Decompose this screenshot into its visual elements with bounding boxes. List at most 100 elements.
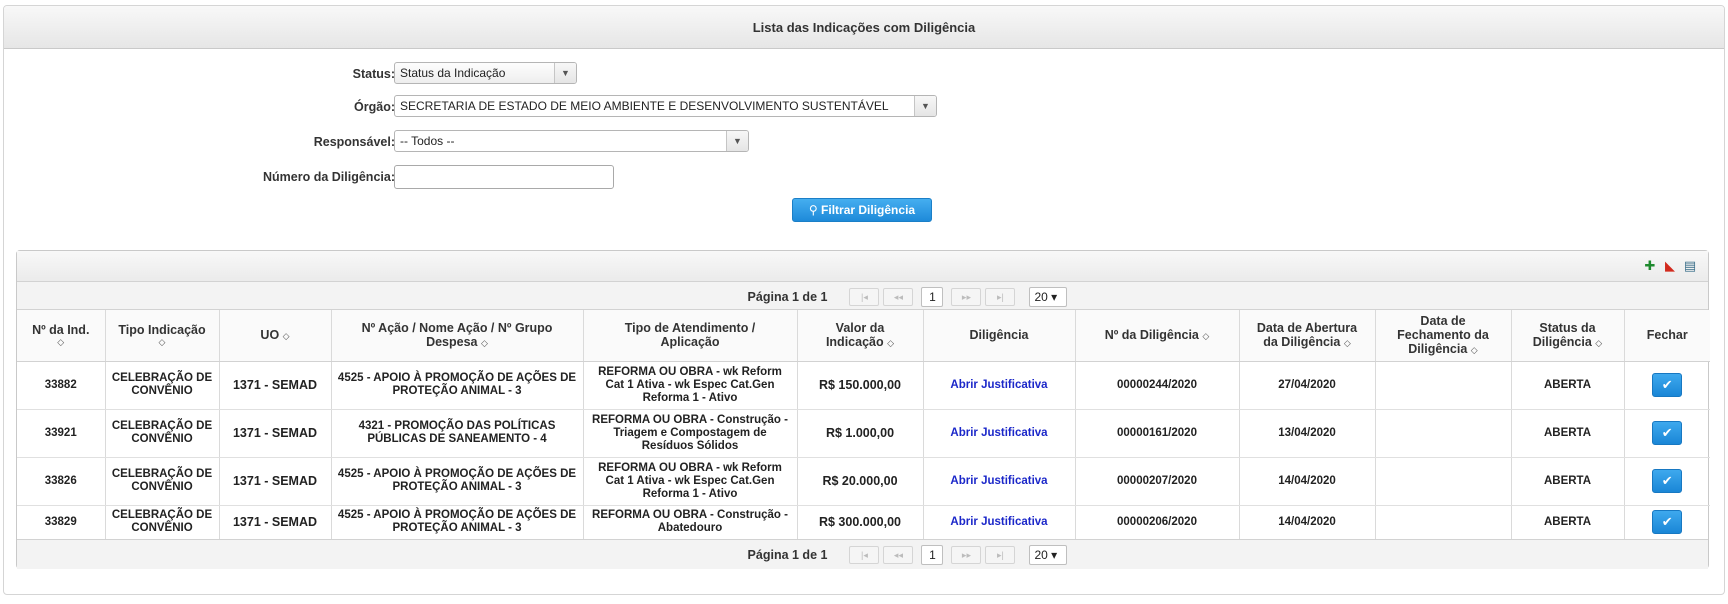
page-title: Lista das Indicações com Diligência <box>4 6 1724 49</box>
page-number[interactable]: 1 <box>921 287 944 307</box>
responsavel-select[interactable]: -- Todos -- ▼ <box>394 130 749 152</box>
cell-data-fechamento <box>1375 505 1512 539</box>
cell-valor: R$ 20.000,00 <box>797 457 924 506</box>
table-row: 33921 CELEBRAÇÃO DE CONVÊNIO 1371 - SEMA… <box>17 409 1710 458</box>
cell-atendimento: REFORMA OU OBRA - wk Reform Cat 1 Ativa … <box>583 457 798 506</box>
cell-num-ind: 33826 <box>17 457 106 506</box>
fechar-button[interactable]: ✔ <box>1652 373 1683 397</box>
table-row: 33829 CELEBRAÇÃO DE CONVÊNIO 1371 - SEMA… <box>17 505 1710 539</box>
pdf-icon[interactable]: ◣ <box>1662 257 1678 275</box>
table-row: 33882 CELEBRAÇÃO DE CONVÊNIO 1371 - SEMA… <box>17 361 1710 410</box>
status-select-value: Status da Indicação <box>400 66 506 80</box>
cell-tipo: CELEBRAÇÃO DE CONVÊNIO <box>105 457 220 506</box>
col-num-ind[interactable]: Nº da Ind. ◇ <box>17 310 106 362</box>
cell-num-diligencia: 00000207/2020 <box>1075 457 1240 506</box>
first-page-icon[interactable]: |◂ <box>849 288 880 306</box>
col-uo[interactable]: UO ◇ <box>219 310 332 362</box>
cell-num-ind: 33882 <box>17 361 106 410</box>
last-page-icon[interactable]: ▸| <box>985 288 1016 306</box>
col-diligencia: Diligência <box>923 310 1076 362</box>
chevron-down-icon: ▼ <box>726 131 748 151</box>
cell-uo: 1371 - SEMAD <box>219 361 332 410</box>
cell-tipo: CELEBRAÇÃO DE CONVÊNIO <box>105 505 220 539</box>
chevron-down-icon: ▼ <box>914 96 936 116</box>
col-valor[interactable]: Valor da Indicação ◇ <box>797 310 924 362</box>
cell-valor: R$ 150.000,00 <box>797 361 924 410</box>
chevron-down-icon: ▼ <box>554 63 576 83</box>
sort-icon: ◇ <box>282 330 290 341</box>
print-icon[interactable]: ▤ <box>1682 257 1698 275</box>
fechar-button[interactable]: ✔ <box>1652 421 1683 445</box>
check-icon: ✔ <box>1661 473 1673 488</box>
cell-acao: 4525 - APOIO À PROMOÇÃO DE AÇÕES DE PROT… <box>331 361 584 410</box>
cell-uo: 1371 - SEMAD <box>219 505 332 539</box>
cell-data-abertura: 14/04/2020 <box>1239 505 1376 539</box>
col-tipo-indicacao[interactable]: Tipo Indicação ◇ <box>105 310 220 362</box>
numero-diligencia-input[interactable] <box>394 165 614 189</box>
first-page-icon[interactable]: |◂ <box>849 546 880 564</box>
page-number[interactable]: 1 <box>921 545 944 565</box>
cell-num-diligencia: 00000206/2020 <box>1075 505 1240 539</box>
page-size-select[interactable]: 20 ▾ <box>1029 287 1068 307</box>
cell-data-abertura: 13/04/2020 <box>1239 409 1376 458</box>
sort-icon: ◇ <box>1470 344 1478 355</box>
sort-icon: ◇ <box>158 337 166 348</box>
filtrar-diligencia-label: Filtrar Diligência <box>821 203 916 217</box>
sort-icon: ◇ <box>1595 337 1603 348</box>
check-icon: ✔ <box>1661 425 1673 440</box>
cell-status: ABERTA <box>1511 361 1625 410</box>
orgao-select[interactable]: SECRETARIA DE ESTADO DE MEIO AMBIENTE E … <box>394 95 937 117</box>
cell-valor: R$ 1.000,00 <box>797 409 924 458</box>
fechar-button[interactable]: ✔ <box>1652 469 1683 493</box>
check-icon: ✔ <box>1661 377 1673 392</box>
cell-num-diligencia: 00000161/2020 <box>1075 409 1240 458</box>
abrir-justificativa-link[interactable]: Abrir Justificativa <box>950 379 1047 391</box>
abrir-justificativa-link[interactable]: Abrir Justificativa <box>950 516 1047 528</box>
pager-bottom: Página 1 de 1 |◂ ◂◂ 1 ▸▸ ▸| 20 ▾ <box>17 539 1708 569</box>
status-label: Status: <box>352 67 395 81</box>
cell-status: ABERTA <box>1511 409 1625 458</box>
sort-icon: ◇ <box>481 337 488 348</box>
diligencia-table: Nº da Ind. ◇ Tipo Indicação ◇ UO ◇ Nº Ação… <box>17 310 1710 539</box>
col-data-fechamento[interactable]: Data de Fechamento da Diligência ◇ <box>1375 310 1512 362</box>
cell-tipo: CELEBRAÇÃO DE CONVÊNIO <box>105 409 220 458</box>
orgao-label: Órgão: <box>354 100 395 114</box>
cell-atendimento: REFORMA OU OBRA - wk Reform Cat 1 Ativa … <box>583 361 798 410</box>
last-page-icon[interactable]: ▸| <box>985 546 1016 564</box>
cell-status: ABERTA <box>1511 505 1625 539</box>
numero-diligencia-label: Número da Diligência: <box>263 170 395 184</box>
filtrar-diligencia-button[interactable]: ⚲ Filtrar Diligência <box>792 198 932 222</box>
orgao-select-value: SECRETARIA DE ESTADO DE MEIO AMBIENTE E … <box>400 99 889 113</box>
search-icon: ⚲ <box>808 203 818 217</box>
excel-icon[interactable]: ✚ <box>1642 257 1658 275</box>
cell-atendimento: REFORMA OU OBRA - Construção - Abatedour… <box>583 505 798 539</box>
cell-valor: R$ 300.000,00 <box>797 505 924 539</box>
col-tipo-atendimento: Tipo de Atendimento / Aplicação <box>583 310 798 362</box>
col-fechar: Fechar <box>1624 310 1710 362</box>
col-data-abertura[interactable]: Data de Abertura da Diligência ◇ <box>1239 310 1376 362</box>
status-select[interactable]: Status da Indicação ▼ <box>394 62 577 84</box>
next-page-icon[interactable]: ▸▸ <box>951 288 982 306</box>
col-num-diligencia[interactable]: Nº da Diligência ◇ <box>1075 310 1240 362</box>
fechar-button[interactable]: ✔ <box>1652 510 1683 535</box>
responsavel-select-value: -- Todos -- <box>400 134 455 148</box>
col-acao[interactable]: Nº Ação / Nome Ação / Nº Grupo Despesa ◇ <box>331 310 584 362</box>
page-info: Página 1 de 1 <box>747 290 828 304</box>
cell-data-abertura: 14/04/2020 <box>1239 457 1376 506</box>
check-icon: ✔ <box>1661 514 1673 530</box>
prev-page-icon[interactable]: ◂◂ <box>883 546 914 564</box>
page-size-select[interactable]: 20 ▾ <box>1029 545 1068 565</box>
table-row: 33826 CELEBRAÇÃO DE CONVÊNIO 1371 - SEMA… <box>17 457 1710 506</box>
sort-icon: ◇ <box>1202 330 1210 341</box>
abrir-justificativa-link[interactable]: Abrir Justificativa <box>950 427 1047 439</box>
abrir-justificativa-link[interactable]: Abrir Justificativa <box>950 475 1047 487</box>
next-page-icon[interactable]: ▸▸ <box>951 546 982 564</box>
col-status[interactable]: Status da Diligência ◇ <box>1511 310 1625 362</box>
sort-icon: ◇ <box>887 337 895 348</box>
grid-toolbar: ✚ ◣ ▤ <box>17 251 1708 282</box>
cell-data-fechamento <box>1375 361 1512 410</box>
diligencia-grid: ✚ ◣ ▤ Página 1 de 1 |◂ ◂◂ 1 ▸▸ ▸| 20 ▾ N… <box>16 250 1710 569</box>
cell-status: ABERTA <box>1511 457 1625 506</box>
prev-page-icon[interactable]: ◂◂ <box>883 288 914 306</box>
cell-num-ind: 33829 <box>17 505 106 539</box>
